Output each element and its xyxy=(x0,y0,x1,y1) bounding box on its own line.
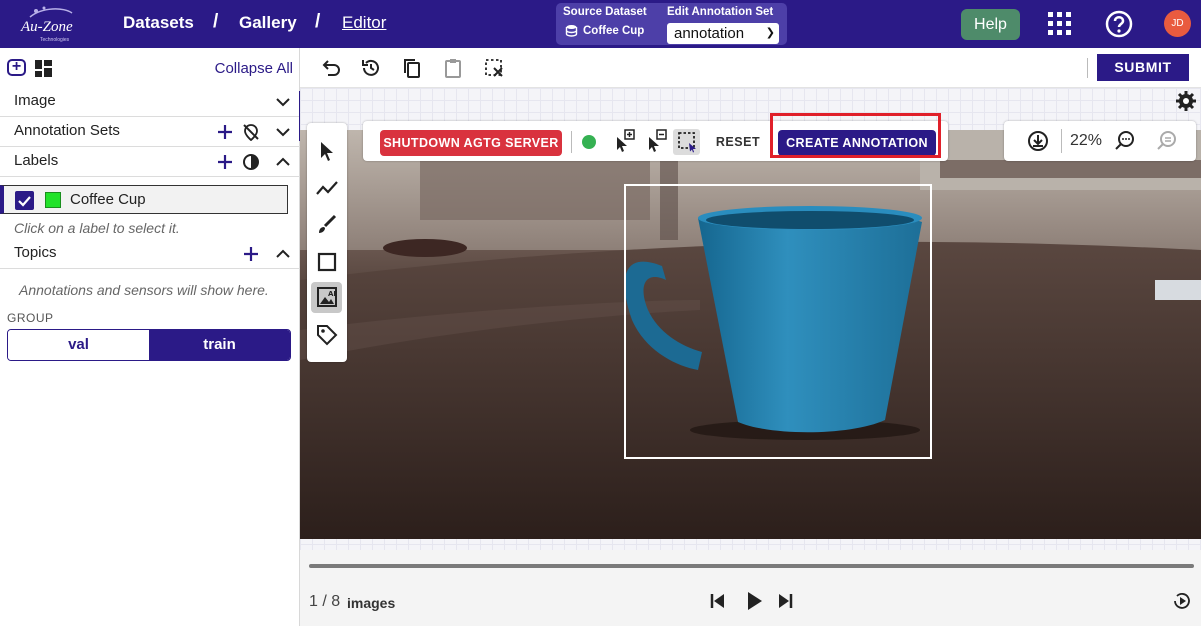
top-nav-bar: Au-Zone Technologies Datasets / Gallery … xyxy=(0,0,1201,48)
section-topics-title: Topics xyxy=(14,244,57,261)
group-option-val[interactable]: val xyxy=(8,330,149,360)
action-bar-divider xyxy=(571,131,572,153)
remove-point-cursor-icon[interactable] xyxy=(645,129,669,153)
breadcrumb-separator: / xyxy=(213,11,219,32)
section-labels-title: Labels xyxy=(14,152,59,169)
settings-gear-icon[interactable] xyxy=(1176,91,1196,111)
tag-icon[interactable] xyxy=(315,323,339,347)
annotation-image[interactable] xyxy=(300,130,1201,539)
group-toggle: val train xyxy=(7,329,291,361)
section-topics[interactable]: Topics xyxy=(0,239,300,269)
copy-icon[interactable] xyxy=(401,57,423,79)
topics-hint: Annotations and sensors will show here. xyxy=(19,282,269,298)
sidebar-top-controls: + Collapse All xyxy=(0,48,300,88)
section-annotation-sets[interactable]: Annotation Sets xyxy=(0,117,300,147)
label-checkbox[interactable] xyxy=(15,191,34,210)
location-off-icon[interactable] xyxy=(242,123,260,141)
submit-button[interactable]: SUBMIT xyxy=(1097,54,1189,81)
server-status-indicator xyxy=(582,135,596,149)
add-panel-icon[interactable]: + xyxy=(7,59,26,76)
skip-next-icon[interactable] xyxy=(774,590,796,612)
image-navigation-footer: 1 / 8 images xyxy=(300,550,1201,626)
cursor-select-icon[interactable] xyxy=(315,139,339,163)
user-avatar[interactable]: JD xyxy=(1164,10,1191,37)
breadcrumb-editor[interactable]: Editor xyxy=(342,13,386,33)
play-icon[interactable] xyxy=(743,590,765,612)
editor-toolbar: SUBMIT xyxy=(300,48,1201,88)
svg-text:AI: AI xyxy=(328,290,336,298)
checkmark-icon xyxy=(18,196,31,207)
history-icon[interactable] xyxy=(360,57,382,79)
brush-icon[interactable] xyxy=(315,213,339,237)
autoplay-icon[interactable] xyxy=(1171,590,1193,612)
toolbar-divider xyxy=(1087,58,1088,78)
zoom-in-icon[interactable] xyxy=(1113,129,1137,153)
rectangle-icon[interactable] xyxy=(315,250,339,274)
chevron-down-icon[interactable] xyxy=(274,123,292,141)
contrast-icon[interactable] xyxy=(242,153,260,171)
apps-grid-icon[interactable] xyxy=(1048,12,1071,35)
image-canvas[interactable]: AI SHUTDOWN AGTG SERVER RESET CREATE ANN… xyxy=(300,88,1201,550)
ai-action-bar: SHUTDOWN AGTG SERVER RESET CREATE ANNOTA… xyxy=(363,121,948,161)
plus-icon[interactable] xyxy=(216,123,234,141)
breadcrumb-gallery[interactable]: Gallery xyxy=(239,13,297,33)
section-image-title: Image xyxy=(14,92,56,109)
dataset-selector-panel: Source Dataset Coffee Cup Edit Annotatio… xyxy=(556,3,787,45)
edit-annotation-set-label: Edit Annotation Set xyxy=(667,6,774,18)
box-select-icon[interactable] xyxy=(675,129,699,153)
deselect-icon[interactable] xyxy=(483,57,505,79)
skip-previous-icon[interactable] xyxy=(707,590,729,612)
au-zone-logo[interactable]: Au-Zone Technologies xyxy=(20,5,80,43)
breadcrumb-datasets[interactable]: Datasets xyxy=(123,13,194,33)
label-color-swatch[interactable] xyxy=(45,192,61,208)
paste-icon[interactable] xyxy=(442,57,464,79)
add-point-cursor-icon[interactable] xyxy=(613,129,637,153)
zoom-controls: 22% xyxy=(1004,121,1196,161)
left-sidebar: + Collapse All Image Annotation Sets Lab… xyxy=(0,48,300,626)
create-annotation-button[interactable]: CREATE ANNOTATION xyxy=(778,130,936,156)
zoom-level: 22% xyxy=(1070,132,1103,149)
breadcrumb-separator: / xyxy=(315,11,321,32)
undo-icon[interactable] xyxy=(319,57,341,79)
zoom-divider xyxy=(1061,129,1062,153)
group-label: GROUP xyxy=(7,311,54,325)
logo-subtext: Technologies xyxy=(40,37,70,43)
image-progress-slider[interactable] xyxy=(309,564,1194,568)
label-item-coffee-cup[interactable]: Coffee Cup xyxy=(0,185,288,214)
page-indicator: 1 / 8 xyxy=(309,593,341,610)
section-annotation-sets-title: Annotation Sets xyxy=(14,122,120,139)
ai-image-icon[interactable]: AI xyxy=(315,285,339,309)
plus-icon[interactable] xyxy=(216,153,234,171)
polyline-icon[interactable] xyxy=(315,176,339,200)
chevron-down-icon[interactable] xyxy=(274,93,292,111)
source-dataset-label: Source Dataset xyxy=(563,6,647,18)
images-label: images xyxy=(347,595,396,611)
annotation-set-selected: annotation xyxy=(674,25,745,42)
download-icon[interactable] xyxy=(1026,129,1050,153)
database-icon xyxy=(565,25,578,37)
source-dataset-name: Coffee Cup xyxy=(583,24,645,37)
chevron-down-icon: ❯ xyxy=(765,27,775,39)
source-dataset-value: Coffee Cup xyxy=(565,24,644,37)
tool-palette: AI xyxy=(307,123,347,362)
photo-scene xyxy=(300,130,1201,539)
section-image[interactable]: Image xyxy=(0,87,300,117)
collapse-all-button[interactable]: Collapse All xyxy=(215,60,293,77)
chevron-up-icon[interactable] xyxy=(274,245,292,263)
chevron-up-icon[interactable] xyxy=(274,153,292,171)
labels-hint: Click on a label to select it. xyxy=(14,220,180,236)
shutdown-agtg-server-button[interactable]: SHUTDOWN AGTG SERVER xyxy=(380,130,562,156)
logo-text: Au-Zone xyxy=(21,19,73,35)
label-name: Coffee Cup xyxy=(70,191,146,208)
reset-button[interactable]: RESET xyxy=(713,131,763,153)
help-button[interactable]: Help xyxy=(961,9,1020,40)
plus-icon[interactable] xyxy=(242,245,260,263)
group-option-train[interactable]: train xyxy=(149,330,290,360)
zoom-out-icon[interactable] xyxy=(1155,129,1179,153)
annotation-set-select[interactable]: annotation ❯ xyxy=(667,23,779,44)
section-labels[interactable]: Labels xyxy=(0,147,300,177)
dashboard-icon[interactable] xyxy=(35,60,52,77)
help-circle-icon[interactable] xyxy=(1105,10,1133,38)
